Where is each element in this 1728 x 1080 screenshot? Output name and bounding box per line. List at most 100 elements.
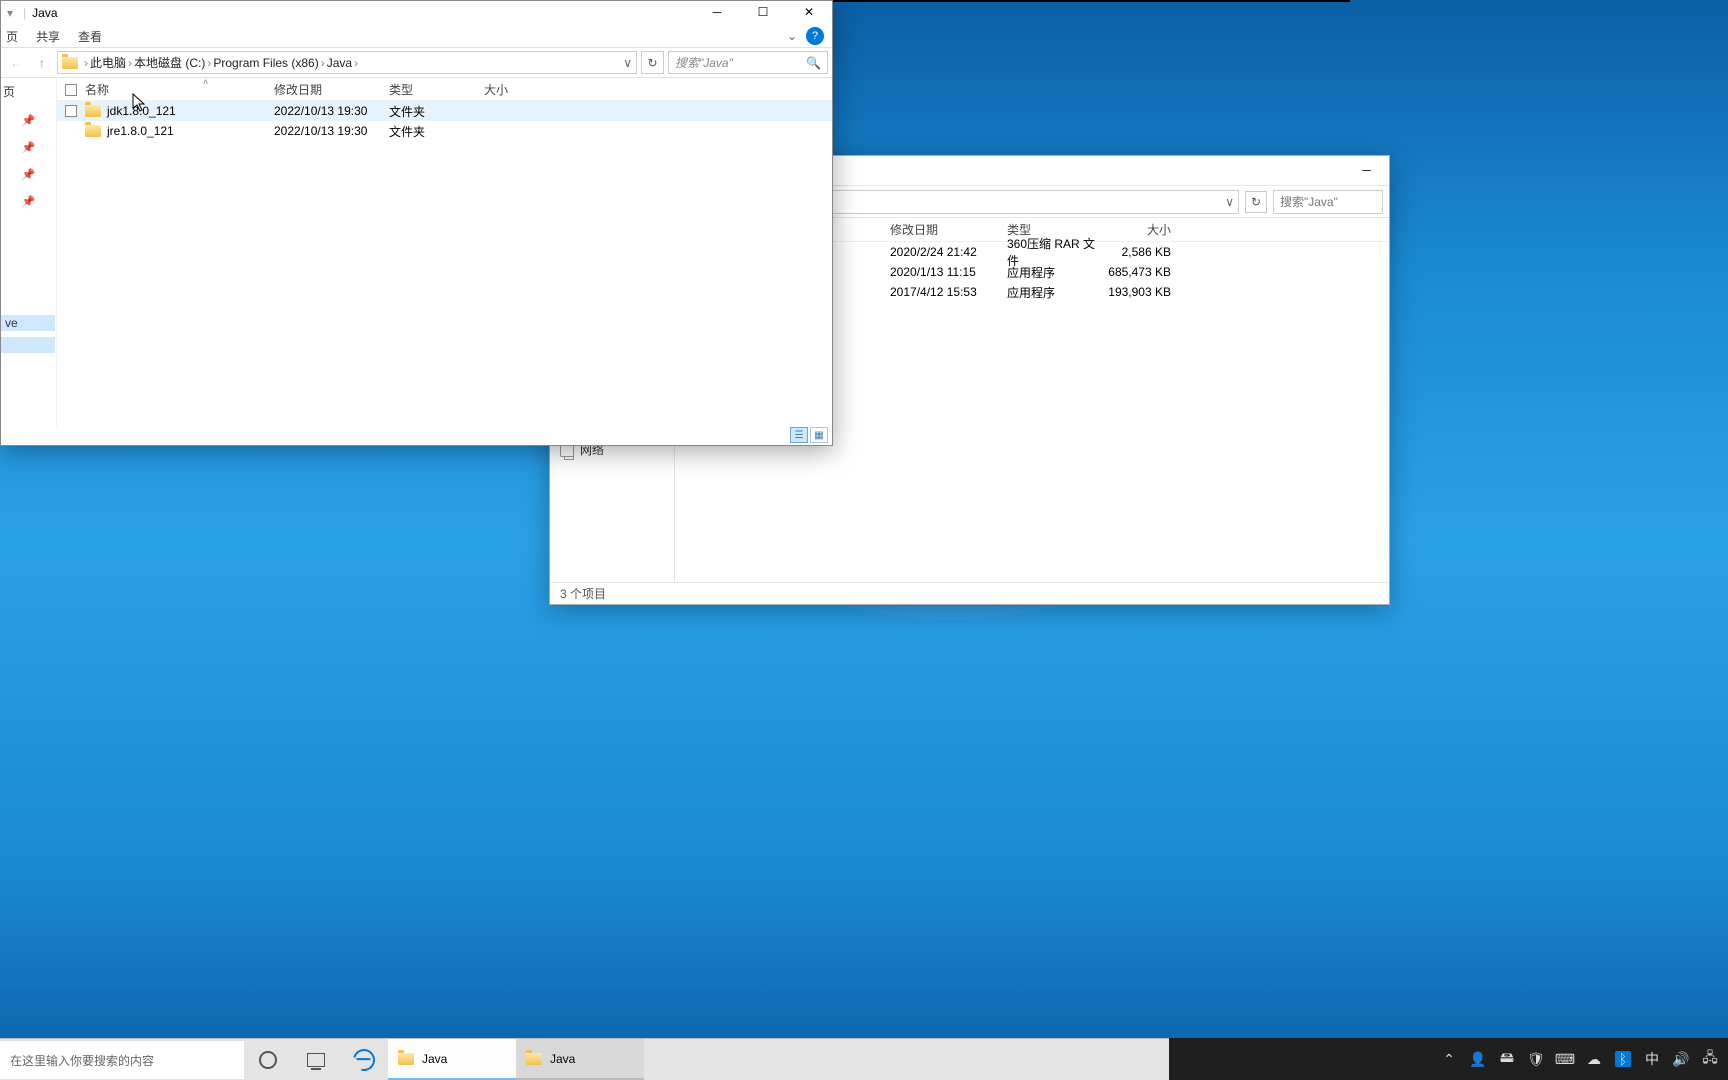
pin-icon[interactable]: 📌 (22, 114, 36, 127)
col-date-header-back[interactable]: 修改日期 (890, 221, 1007, 238)
taskbar-task-java-2[interactable]: Java (516, 1039, 644, 1080)
file-date: 2022/10/13 19:30 (274, 124, 389, 138)
file-type: 文件夹 (389, 123, 484, 140)
tab-home[interactable]: 页 (6, 28, 18, 45)
refresh-button[interactable]: ↻ (641, 51, 664, 74)
pin-icon[interactable]: 📌 (22, 141, 36, 154)
nav-back-button[interactable]: ← (5, 52, 27, 74)
drive-label-cut[interactable]: ve (1, 315, 55, 331)
tray-onedrive-icon[interactable]: ☁ (1586, 1051, 1602, 1067)
status-bar-back: 3 个项目 (550, 582, 1389, 604)
breadcrumb-item[interactable]: 本地磁盘 (C:) (132, 54, 207, 71)
col-size-header[interactable]: 大小 (484, 81, 544, 98)
sort-ascending-icon: ˄ (203, 77, 208, 87)
search-box-back[interactable]: 搜索"Java" (1273, 190, 1383, 214)
nav-up-button[interactable]: ↑ (31, 52, 53, 74)
refresh-button-back[interactable]: ↻ (1245, 191, 1267, 213)
file-name: jdk1.8.0_121 (107, 104, 176, 118)
view-details-button[interactable]: ☰ (790, 427, 808, 443)
status-text-back: 3 个项目 (560, 585, 606, 602)
folder-icon (85, 105, 101, 117)
maximize-button[interactable]: ☐ (740, 1, 786, 23)
cortana-icon (259, 1051, 277, 1069)
pin-icon[interactable]: 📌 (22, 168, 36, 181)
taskbar-search[interactable]: 在这里输入你要搜索的内容 (0, 1040, 244, 1079)
search-placeholder-back: 搜索"Java" (1280, 193, 1338, 210)
row-name-cell[interactable]: jre1.8.0_121 (85, 124, 274, 138)
tray-overflow-icon[interactable]: ⌃ (1441, 1051, 1457, 1067)
file-type: 应用程序 (1007, 284, 1101, 301)
tray-keyboard-icon[interactable]: ⌨ (1557, 1051, 1573, 1067)
tray-people-icon[interactable]: 👤 (1470, 1051, 1486, 1067)
tab-share[interactable]: 共享 (36, 28, 60, 45)
tray-defender-icon[interactable]: 🛡 (1528, 1051, 1544, 1067)
col-size-header-back[interactable]: 大小 (1101, 221, 1181, 238)
row-checkbox-cell[interactable] (57, 105, 85, 117)
file-size: 193,903 KB (1101, 285, 1181, 299)
task-label: Java (550, 1052, 575, 1066)
taskview-button[interactable] (292, 1039, 340, 1080)
file-size: 685,473 KB (1101, 265, 1181, 279)
chevron-down-icon[interactable]: ∨ (1225, 195, 1234, 209)
search-box-front[interactable]: 搜索"Java" 🔍 (668, 51, 828, 74)
nav-pane-front[interactable]: 页 📌 📌 📌 📌 ve (1, 79, 57, 427)
file-list-front[interactable]: ˄ 名称 修改日期 类型 大小 jdk1.8.0_121 2022/10/13 … (57, 79, 832, 427)
select-all-checkbox[interactable] (65, 84, 77, 96)
breadcrumb-item[interactable]: Java (325, 56, 354, 70)
cortana-button[interactable] (244, 1039, 292, 1080)
window-title: Java (32, 6, 57, 20)
folder-icon (398, 1053, 414, 1065)
help-button[interactable]: ? (806, 27, 824, 45)
breadcrumb-box[interactable]: › 此电脑 › 本地磁盘 (C:) › Program Files (x86) … (57, 51, 637, 74)
col-name-header[interactable]: 名称 (85, 81, 274, 98)
table-row[interactable]: jre1.8.0_121 2022/10/13 19:30 文件夹 (57, 121, 832, 141)
file-size: 2,586 KB (1101, 245, 1181, 259)
breadcrumb-item[interactable]: 此电脑 (88, 54, 128, 71)
table-row[interactable]: jdk1.8.0_121 2022/10/13 19:30 文件夹 (57, 101, 832, 121)
file-date: 2022/10/13 19:30 (274, 104, 389, 118)
minimize-button[interactable]: ─ (694, 1, 740, 23)
breadcrumb-item[interactable]: Program Files (x86) (211, 56, 320, 70)
task-label: Java (422, 1052, 447, 1066)
ribbon-tabs[interactable]: 页 共享 查看 ⌄ ? (1, 25, 832, 48)
taskview-icon (307, 1053, 325, 1067)
column-headers-front[interactable]: ˄ 名称 修改日期 类型 大小 (57, 79, 832, 101)
qat-chevron-icon[interactable]: ▾ (7, 6, 13, 20)
explorer-window-front[interactable]: ▾ | Java ─ ☐ ✕ 页 共享 查看 ⌄ ? ← ↑ › 此电脑 › 本… (0, 0, 833, 446)
ribbon-expand-icon[interactable]: ⌄ (784, 29, 800, 43)
folder-icon (526, 1053, 542, 1065)
chevron-right-icon[interactable]: › (354, 56, 358, 70)
titlebar-front[interactable]: ▾ | Java ─ ☐ ✕ (1, 1, 832, 25)
tray-bluetooth-icon[interactable]: ᛒ (1615, 1051, 1631, 1067)
title-separator: | (23, 6, 26, 20)
edge-icon (349, 1044, 379, 1074)
close-button[interactable]: ✕ (786, 1, 832, 23)
tray-network-icon[interactable]: 🖧 (1702, 1051, 1718, 1067)
pin-icon[interactable]: 📌 (22, 195, 36, 208)
system-tray[interactable]: ⌃ 👤 🖴 🛡 ⌨ ☁ ᛒ 中 🔊 🖧 (1169, 1038, 1728, 1080)
file-date: 2020/2/24 21:42 (890, 245, 1007, 259)
drive-slot[interactable] (1, 337, 55, 353)
col-date-header[interactable]: 修改日期 (274, 81, 389, 98)
taskbar-search-placeholder: 在这里输入你要搜索的内容 (10, 1052, 154, 1069)
search-icon[interactable]: 🔍 (806, 56, 821, 70)
tray-volume-icon[interactable]: 🔊 (1673, 1051, 1689, 1067)
tray-ime-icon[interactable]: 中 (1644, 1051, 1660, 1067)
file-date: 2020/1/13 11:15 (890, 265, 1007, 279)
tab-view[interactable]: 查看 (78, 28, 102, 45)
search-placeholder-front: 搜索"Java" (675, 54, 733, 71)
chevron-down-icon[interactable]: ∨ (623, 56, 632, 70)
tray-usb-icon[interactable]: 🖴 (1499, 1051, 1515, 1067)
edge-button[interactable] (340, 1039, 388, 1080)
file-date: 2017/4/12 15:53 (890, 285, 1007, 299)
col-type-header[interactable]: 类型 (389, 81, 484, 98)
folder-icon (85, 125, 101, 137)
minimize-button-back[interactable]: ─ (1344, 156, 1389, 184)
view-icons-button[interactable]: ▦ (810, 427, 828, 443)
taskbar-task-java-1[interactable]: Java (388, 1039, 516, 1080)
nav-cut-text: 页 (3, 83, 15, 100)
row-name-cell[interactable]: jdk1.8.0_121 (85, 104, 274, 118)
col-check-header[interactable] (57, 84, 85, 96)
row-checkbox[interactable] (65, 105, 77, 117)
address-bar-front: ← ↑ › 此电脑 › 本地磁盘 (C:) › Program Files (x… (1, 48, 832, 78)
